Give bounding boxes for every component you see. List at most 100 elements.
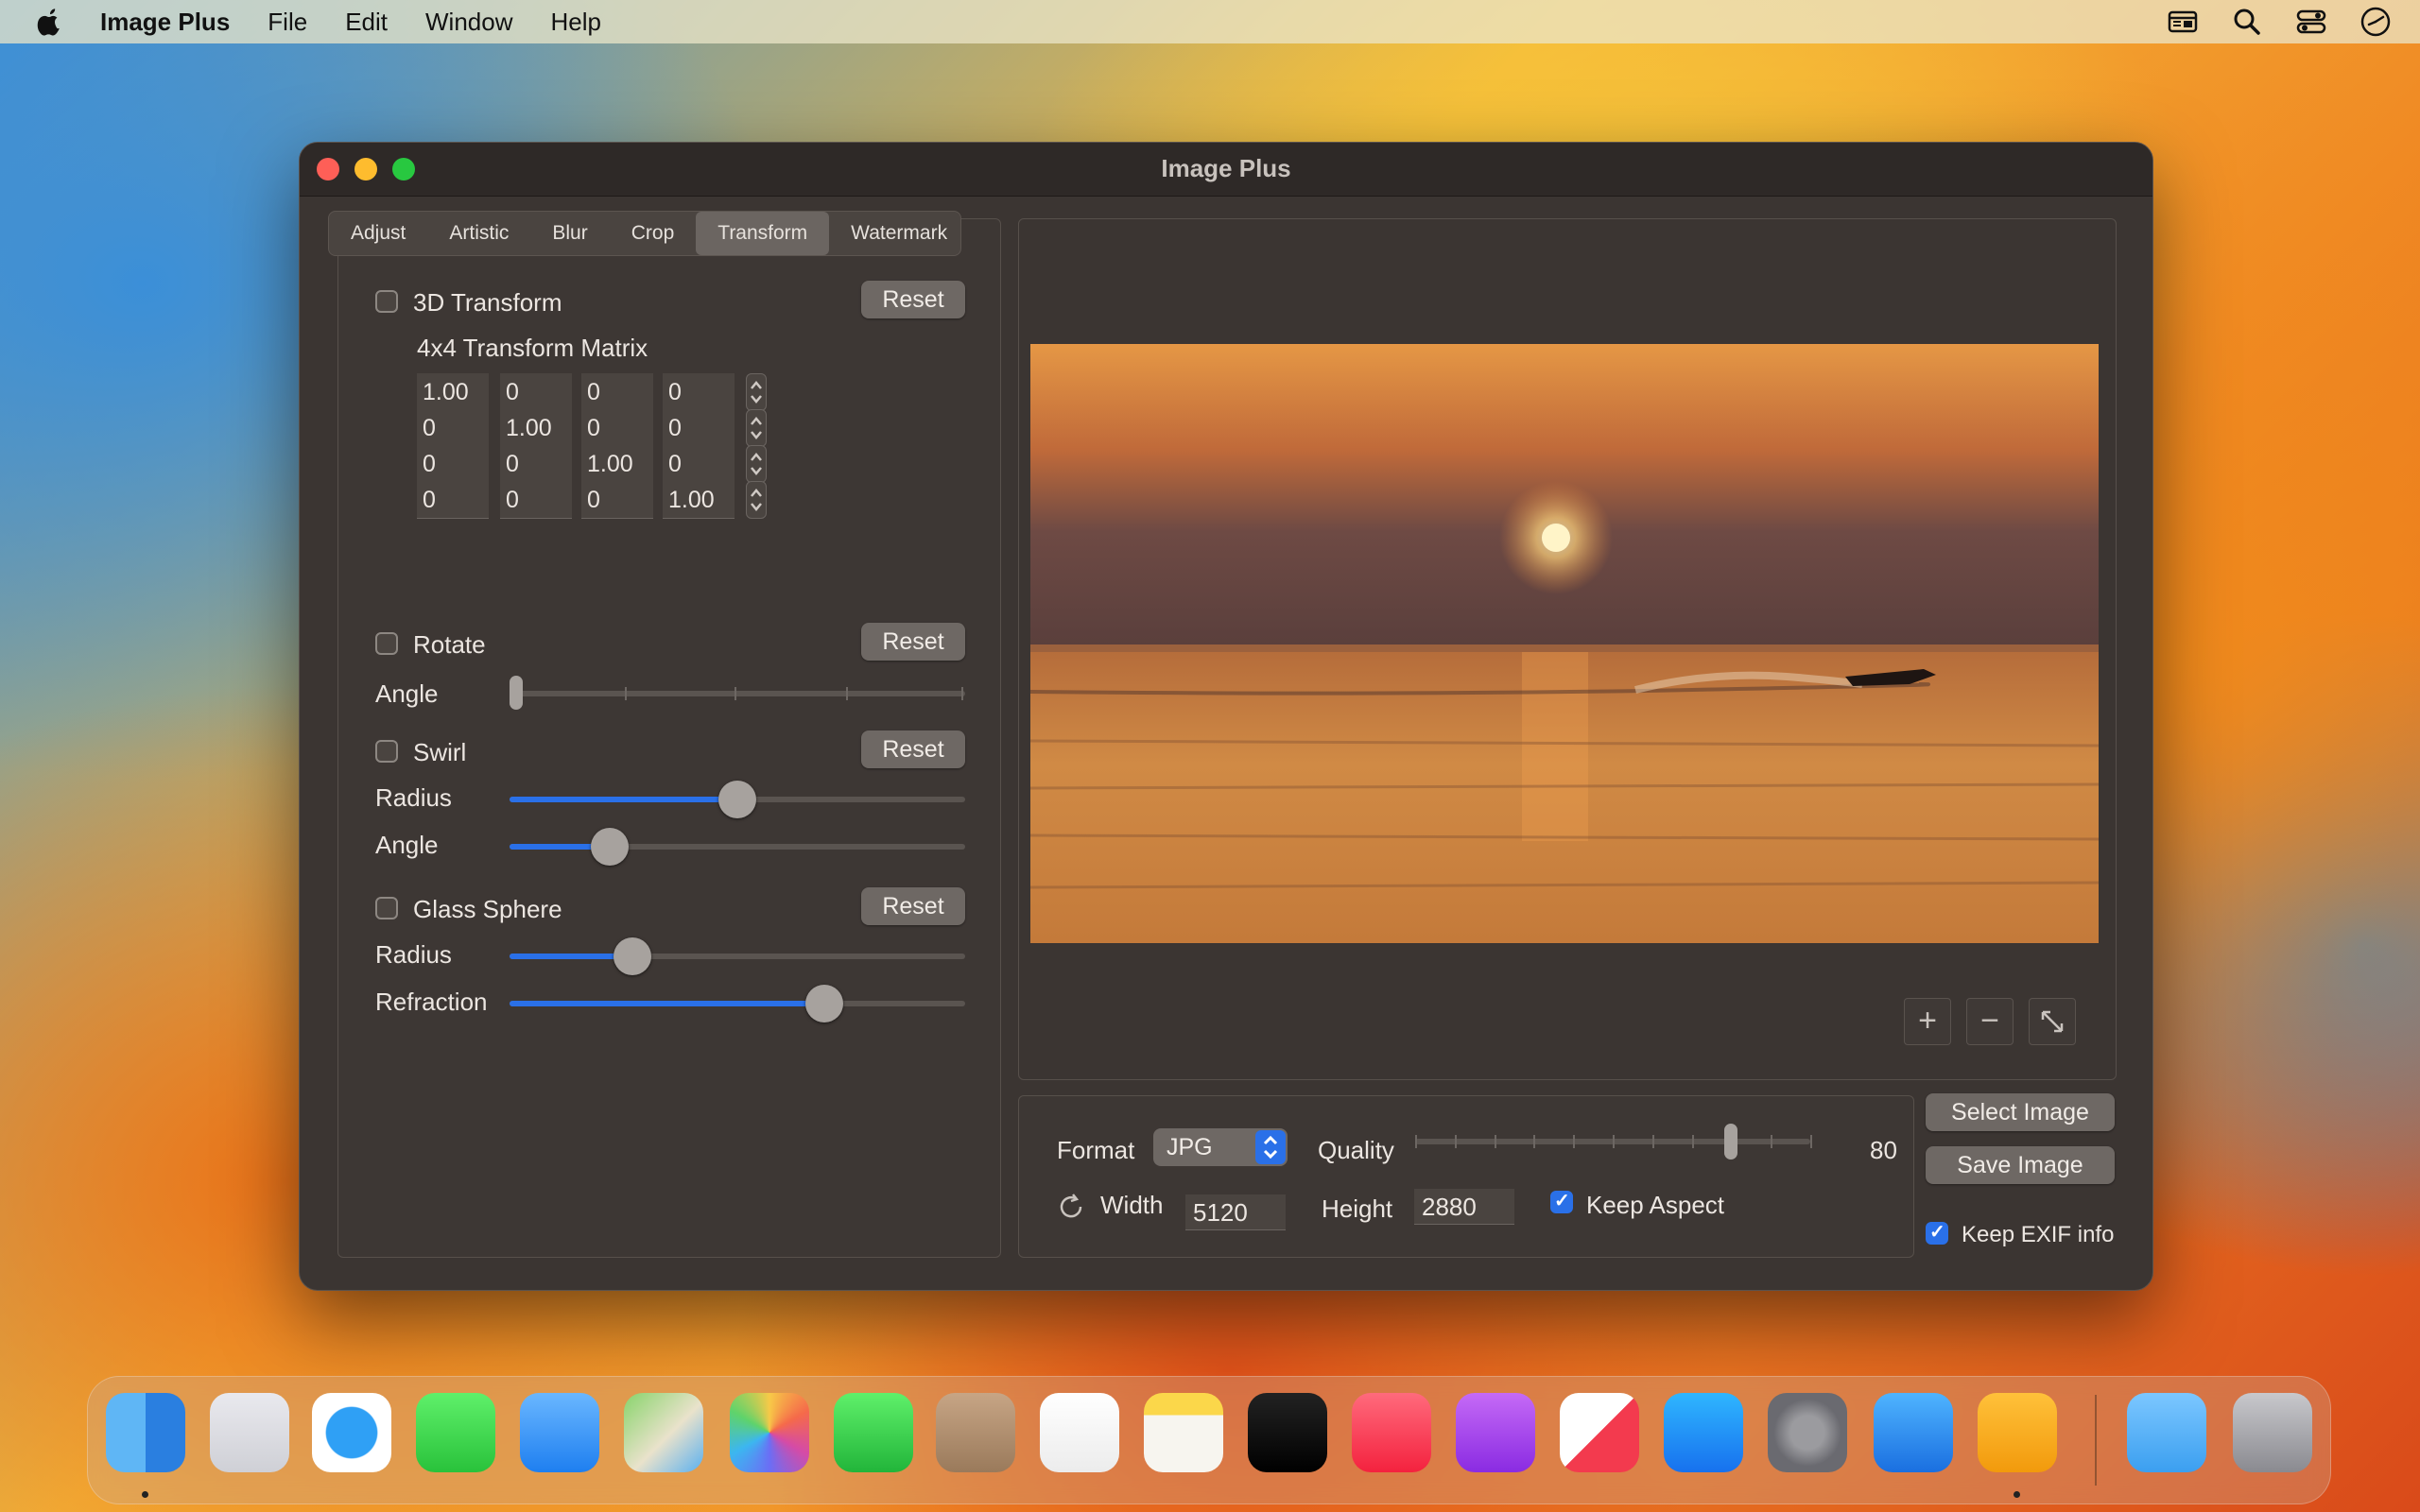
matrix-cell-input[interactable]: 0 (417, 445, 489, 483)
rotate-angle-slider-knob[interactable] (510, 676, 523, 710)
clock-icon[interactable] (2360, 6, 2392, 38)
matrix-cell-input[interactable]: 1.00 (500, 409, 572, 447)
quality-tick (1692, 1135, 1694, 1148)
rotate-angle-label: Angle (375, 679, 439, 708)
matrix-cell-input[interactable]: 0 (500, 445, 572, 483)
quality-tick (1455, 1135, 1457, 1148)
zoom-in-button[interactable]: + (1904, 998, 1951, 1045)
apple-tv-icon[interactable] (1248, 1393, 1327, 1472)
matrix-cell-input[interactable]: 1.00 (417, 373, 489, 411)
matrix-cell-input[interactable]: 1.00 (663, 481, 735, 519)
keep-aspect-checkbox[interactable] (1550, 1189, 1573, 1213)
matrix-cell-input[interactable]: 0 (581, 409, 653, 447)
keep-aspect-label: Keep Aspect (1586, 1191, 1724, 1219)
tab-watermark[interactable]: Watermark (829, 212, 960, 255)
matrix-cell-stepper[interactable] (746, 409, 767, 447)
format-label: Format (1057, 1136, 1135, 1164)
downloads-folder-icon[interactable] (2127, 1393, 2206, 1472)
facetime-icon[interactable] (834, 1393, 913, 1472)
matrix-cell-input[interactable]: 0 (581, 481, 653, 519)
glass-sphere-refraction-slider-knob[interactable] (805, 985, 843, 1022)
swirl-reset-button[interactable]: Reset (861, 730, 965, 768)
matrix-cell-input[interactable]: 0 (500, 373, 572, 411)
quality-tick (1533, 1135, 1535, 1148)
stepper-arrows-icon (751, 453, 762, 475)
keep-exif-checkbox[interactable] (1926, 1220, 1948, 1245)
glass-sphere-radius-label: Radius (375, 940, 452, 969)
photos-icon[interactable] (730, 1393, 809, 1472)
contacts-icon[interactable] (936, 1393, 1015, 1472)
tab-artistic[interactable]: Artistic (427, 212, 530, 255)
tab-crop[interactable]: Crop (610, 212, 697, 255)
matrix-cell-input[interactable]: 0 (663, 445, 735, 483)
matrix-label: 4x4 Transform Matrix (417, 334, 648, 362)
swirl-radius-slider-knob[interactable] (718, 781, 756, 818)
matrix-cell-input[interactable]: 0 (663, 409, 735, 447)
matrix-cell-stepper[interactable] (746, 445, 767, 483)
spotlight-search-icon[interactable] (2231, 6, 2263, 38)
finder-icon[interactable] (106, 1393, 185, 1472)
launchpad-icon[interactable] (210, 1393, 289, 1472)
crop-app-icon[interactable] (1978, 1393, 2057, 1472)
quality-tick (1495, 1135, 1496, 1148)
messages-icon[interactable] (416, 1393, 495, 1472)
image-plus-icon[interactable] (1874, 1393, 1953, 1472)
window-title: Image Plus (1161, 154, 1291, 182)
tab-adjust[interactable]: Adjust (329, 212, 427, 255)
system-settings-icon[interactable] (1768, 1393, 1847, 1472)
glass-sphere-radius-slider-knob[interactable] (614, 937, 651, 975)
trash-icon[interactable] (2233, 1393, 2312, 1472)
podcasts-icon[interactable] (1456, 1393, 1535, 1472)
app-store-icon[interactable] (1664, 1393, 1743, 1472)
matrix-cell-input[interactable]: 0 (417, 409, 489, 447)
matrix-cell-input[interactable]: 0 (417, 481, 489, 519)
swirl-checkbox[interactable] (375, 740, 398, 763)
glass-sphere-checkbox[interactable] (375, 897, 398, 919)
quality-slider-knob[interactable] (1724, 1124, 1737, 1160)
rotate-reset-button[interactable]: Reset (861, 623, 965, 661)
transform-3d-checkbox[interactable] (375, 290, 398, 313)
rotate-dimensions-icon[interactable] (1055, 1191, 1087, 1223)
stepper-arrows-icon (751, 417, 762, 439)
matrix-cell-stepper[interactable] (746, 373, 767, 411)
apple-menu-icon[interactable] (36, 7, 64, 37)
rotate-angle-track (510, 691, 965, 696)
menu-file[interactable]: File (268, 8, 307, 37)
save-image-button[interactable]: Save Image (1926, 1146, 2115, 1184)
height-input[interactable]: 2880 (1414, 1189, 1514, 1225)
glass-sphere-reset-button[interactable]: Reset (861, 887, 965, 925)
rotate-checkbox[interactable] (375, 632, 398, 655)
music-icon[interactable] (1352, 1393, 1431, 1472)
rotate-label: Rotate (413, 630, 486, 659)
menu-help[interactable]: Help (550, 8, 600, 37)
tab-transform[interactable]: Transform (696, 212, 830, 255)
menu-app-name[interactable]: Image Plus (100, 8, 230, 37)
swirl-angle-slider-knob[interactable] (591, 828, 629, 866)
mail-icon[interactable] (520, 1393, 599, 1472)
matrix-cell-input[interactable]: 1.00 (581, 445, 653, 483)
quality-label: Quality (1318, 1136, 1394, 1164)
matrix-cell-input[interactable]: 0 (663, 373, 735, 411)
fit-to-window-button[interactable] (2029, 998, 2076, 1045)
reminders-icon[interactable] (1040, 1393, 1119, 1472)
tab-blur[interactable]: Blur (530, 212, 609, 255)
zoom-out-button[interactable]: − (1966, 998, 2014, 1045)
rotate-tick (846, 687, 848, 700)
notes-icon[interactable] (1144, 1393, 1223, 1472)
rotate-tick (735, 687, 736, 700)
window-manager-icon[interactable] (2167, 6, 2199, 38)
matrix-cell-input[interactable]: 0 (500, 481, 572, 519)
menu-edit[interactable]: Edit (345, 8, 388, 37)
menu-window[interactable]: Window (425, 8, 512, 37)
safari-icon[interactable] (312, 1393, 391, 1472)
transform-3d-reset-button[interactable]: Reset (861, 281, 965, 318)
matrix-cell-input[interactable]: 0 (581, 373, 653, 411)
width-input[interactable]: 5120 (1185, 1194, 1286, 1230)
control-center-icon[interactable] (2295, 6, 2327, 38)
matrix-cell-stepper[interactable] (746, 481, 767, 519)
glass-sphere-label: Glass Sphere (413, 895, 562, 923)
news-icon[interactable] (1560, 1393, 1639, 1472)
maps-icon[interactable] (624, 1393, 703, 1472)
select-image-button[interactable]: Select Image (1926, 1093, 2115, 1131)
format-select[interactable]: JPG (1153, 1128, 1288, 1166)
